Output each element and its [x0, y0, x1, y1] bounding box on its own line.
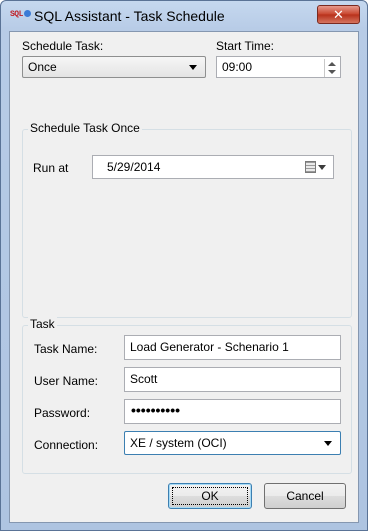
ok-button[interactable]: OK — [168, 483, 252, 509]
window-title: SQL Assistant - Task Schedule — [34, 8, 225, 24]
run-at-label: Run at — [33, 161, 69, 175]
user-name-value: Scott — [130, 372, 158, 386]
app-icon-text: SQL — [10, 10, 23, 19]
sql-app-icon: SQL — [10, 10, 31, 19]
password-input[interactable]: •••••••••• — [124, 399, 341, 424]
chevron-down-icon — [318, 165, 326, 170]
schedule-task-label: Schedule Task: — [22, 39, 104, 53]
task-schedule-dialog: SQL SQL Assistant - Task Schedule ✕ Sche… — [0, 0, 368, 531]
schedule-task-value: Once — [28, 60, 57, 74]
connection-select[interactable]: XE / system (OCI) — [124, 431, 341, 455]
chevron-down-icon — [189, 65, 197, 70]
password-value: •••••••••• — [131, 402, 181, 418]
task-name-input[interactable]: Load Generator - Schenario 1 — [124, 335, 341, 360]
spin-down-icon[interactable] — [328, 70, 336, 74]
schedule-task-select[interactable]: Once — [22, 56, 206, 78]
chevron-down-icon — [324, 441, 332, 446]
connection-value: XE / system (OCI) — [130, 436, 227, 450]
task-group-title: Task — [28, 317, 57, 331]
start-time-input[interactable]: 09:00 — [216, 56, 341, 78]
run-at-value: 5/29/2014 — [107, 160, 161, 174]
user-name-label: User Name: — [34, 374, 99, 388]
task-name-value: Load Generator - Schenario 1 — [130, 340, 289, 354]
close-button[interactable]: ✕ — [317, 5, 360, 24]
start-time-value: 09:00 — [222, 60, 253, 74]
connection-label: Connection: — [34, 438, 99, 452]
schedule-once-group-title: Schedule Task Once — [28, 121, 142, 135]
user-name-input[interactable]: Scott — [124, 367, 341, 392]
start-time-label: Start Time: — [216, 39, 275, 53]
close-icon: ✕ — [333, 7, 344, 22]
dialog-body: Schedule Task: Once Start Time: 09:00 Sc… — [9, 31, 359, 523]
calendar-icon — [305, 161, 316, 173]
title-bar[interactable]: SQL SQL Assistant - Task Schedule ✕ — [1, 1, 367, 31]
run-at-date-picker[interactable]: 5/29/2014 — [92, 155, 334, 179]
cancel-button-label: Cancel — [286, 489, 324, 503]
task-name-label: Task Name: — [34, 342, 98, 356]
spin-up-icon[interactable] — [328, 62, 336, 66]
password-label: Password: — [34, 406, 91, 420]
time-spinner[interactable] — [324, 59, 338, 77]
cancel-button[interactable]: Cancel — [264, 483, 346, 509]
calendar-dropdown-button[interactable] — [305, 161, 327, 174]
